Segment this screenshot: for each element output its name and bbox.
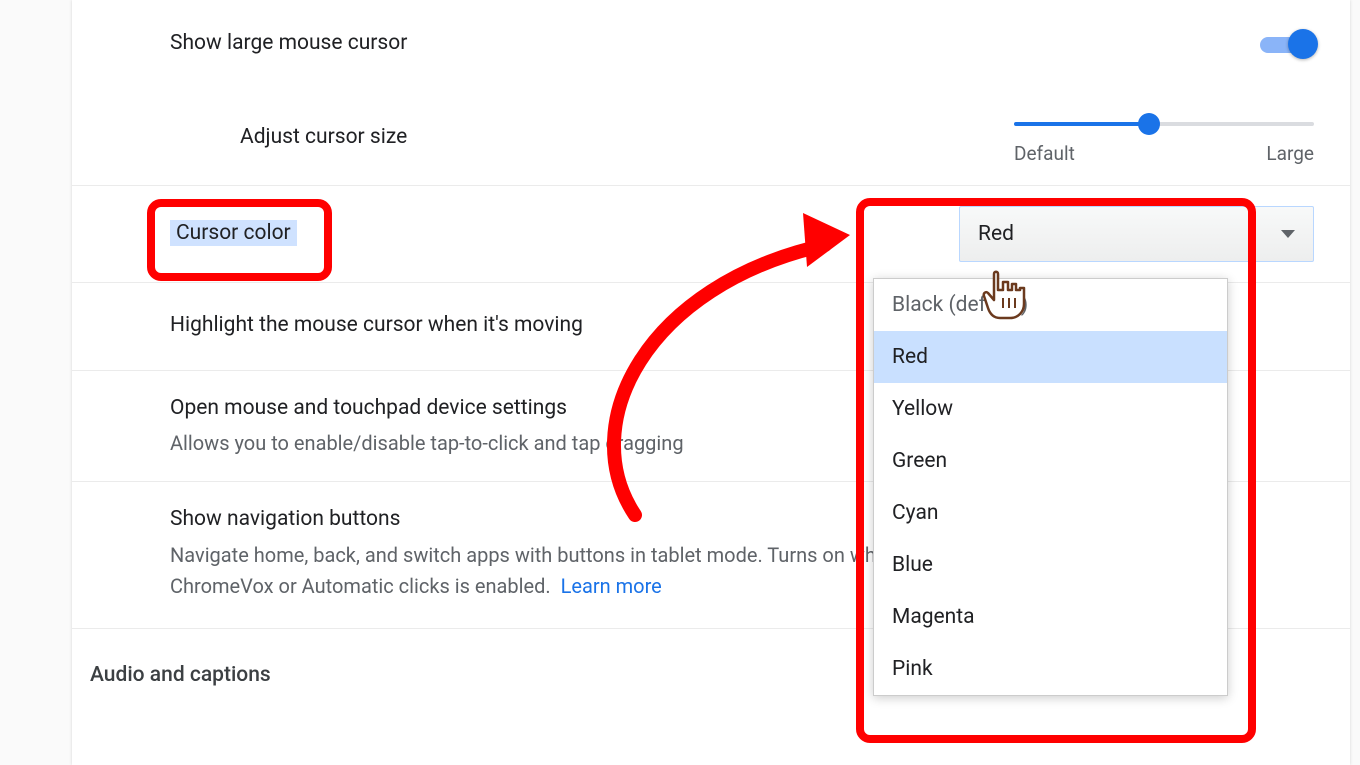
cursor-color-label: Cursor color bbox=[170, 218, 297, 250]
slider-min-label: Default bbox=[1014, 142, 1075, 165]
cursor-color-option[interactable]: Green bbox=[874, 435, 1227, 487]
cursor-color-label-text: Cursor color bbox=[170, 220, 297, 246]
cursor-color-option[interactable]: Yellow bbox=[874, 383, 1227, 435]
cursor-color-option[interactable]: Pink bbox=[874, 643, 1227, 695]
adjust-size-label: Adjust cursor size bbox=[240, 122, 407, 154]
cursor-color-select[interactable]: Red bbox=[959, 206, 1314, 262]
nav-buttons-sub: Navigate home, back, and switch apps wit… bbox=[170, 540, 900, 602]
cursor-color-option[interactable]: Cyan bbox=[874, 487, 1227, 539]
slider-track bbox=[1014, 122, 1314, 126]
toggle-knob bbox=[1288, 29, 1318, 59]
cursor-color-dropdown[interactable]: Black (default) Red Yellow Green Cyan Bl… bbox=[873, 278, 1228, 696]
row-adjust-cursor-size: Adjust cursor size Default Large bbox=[72, 92, 1350, 186]
cursor-color-selected-value: Red bbox=[978, 222, 1014, 246]
slider-labels: Default Large bbox=[1014, 142, 1314, 165]
row-large-mouse-cursor: Show large mouse cursor bbox=[72, 0, 1350, 92]
cursor-color-option[interactable]: Magenta bbox=[874, 591, 1227, 643]
large-cursor-toggle[interactable] bbox=[1260, 34, 1314, 54]
nav-buttons-learn-more-link[interactable]: Learn more bbox=[561, 574, 662, 598]
nav-buttons-sub-text: Navigate home, back, and switch apps wit… bbox=[170, 543, 898, 598]
highlight-cursor-label: Highlight the mouse cursor when it's mov… bbox=[170, 310, 583, 342]
open-touchpad-sub: Allows you to enable/disable tap-to-clic… bbox=[170, 428, 900, 459]
cursor-color-option[interactable]: Blue bbox=[874, 539, 1227, 591]
slider-max-label: Large bbox=[1266, 142, 1314, 165]
cursor-size-slider[interactable]: Default Large bbox=[1014, 112, 1314, 165]
large-cursor-label: Show large mouse cursor bbox=[170, 28, 407, 60]
chevron-down-icon bbox=[1281, 230, 1295, 238]
cursor-color-option[interactable]: Black (default) bbox=[874, 279, 1227, 331]
cursor-color-option[interactable]: Red bbox=[874, 331, 1227, 383]
slider-thumb[interactable] bbox=[1139, 114, 1159, 134]
row-cursor-color: Cursor color Red bbox=[72, 186, 1350, 283]
